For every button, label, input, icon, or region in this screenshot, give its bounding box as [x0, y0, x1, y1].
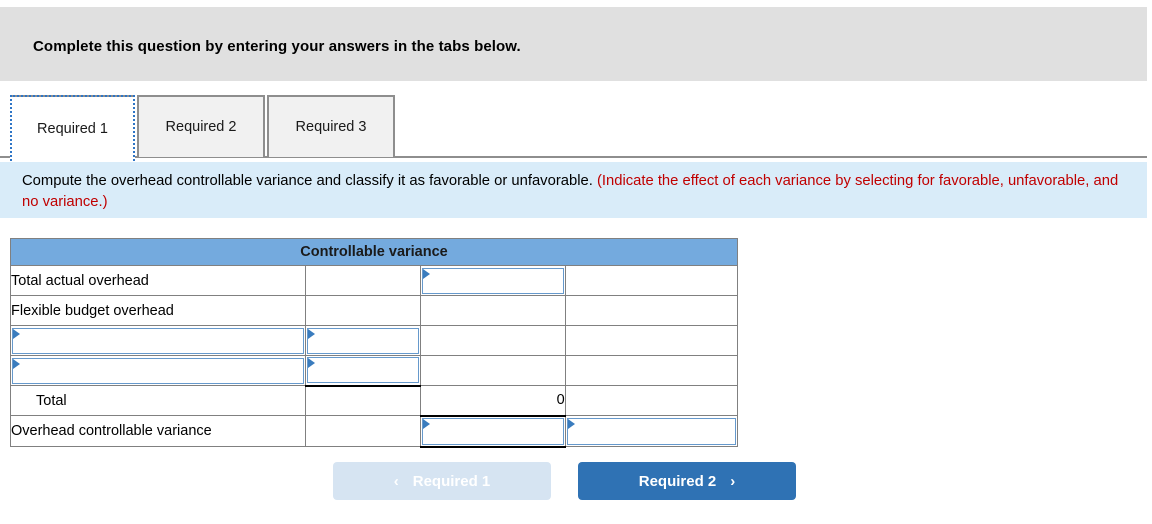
table-row: Overhead controllable variance	[9, 415, 739, 448]
question-banner: Complete this question by entering your …	[0, 7, 1147, 81]
row-label: Flexible budget overhead	[9, 295, 307, 326]
row-mid-cell[interactable]	[305, 355, 421, 387]
chevron-right-icon: ›	[730, 472, 736, 490]
table-row: Total 0	[9, 385, 739, 417]
prev-required-1-button[interactable]: ‹ Required 1	[333, 462, 551, 500]
table-header: Controllable variance	[10, 238, 738, 266]
instruction-text: Compute the overhead controllable varian…	[22, 173, 597, 189]
row-label: Overhead controllable variance	[9, 415, 307, 447]
row-amount-cell	[419, 355, 566, 386]
amount-input[interactable]	[421, 267, 564, 294]
instruction-panel: Compute the overhead controllable varian…	[0, 162, 1147, 218]
mid-input[interactable]	[307, 357, 419, 384]
table-row: Flexible budget overhead	[9, 295, 739, 326]
next-required-2-button[interactable]: Required 2 ›	[578, 462, 796, 500]
row-classify-cell[interactable]	[564, 415, 739, 447]
tab-required-2[interactable]: Required 2	[137, 95, 265, 157]
next-button-label: Required 2	[638, 472, 717, 490]
row-mid-cell	[305, 385, 421, 416]
classification-select[interactable]	[566, 417, 736, 445]
table-row	[9, 355, 739, 387]
row-amount-cell[interactable]	[419, 265, 566, 296]
mid-input[interactable]	[307, 327, 419, 354]
total-value: 0	[419, 385, 566, 417]
amount-input[interactable]	[421, 417, 564, 445]
tab-required-3[interactable]: Required 3	[267, 95, 395, 157]
tab-bar: Required 1 Required 2 Required 3	[0, 92, 1152, 161]
nav-buttons: ‹ Required 1 Required 2 ›	[0, 462, 1152, 506]
row-classify-cell	[564, 355, 739, 386]
row-label-cell[interactable]	[9, 325, 307, 356]
tab-label: Required 2	[165, 119, 237, 135]
row-label-cell[interactable]	[9, 355, 307, 386]
row-amount-cell	[419, 325, 566, 356]
row-classify-cell	[564, 325, 739, 356]
tab-label: Required 1	[37, 121, 108, 137]
row-mid-cell[interactable]	[305, 325, 421, 356]
chevron-left-icon: ‹	[393, 472, 399, 490]
row-mid-cell	[305, 265, 421, 296]
row-label: Total actual overhead	[9, 265, 307, 296]
tab-required-1[interactable]: Required 1	[10, 95, 135, 161]
table-header-row: Controllable variance	[10, 238, 738, 266]
row-classify-cell	[564, 265, 739, 296]
table-row: Total actual overhead	[9, 265, 739, 296]
row-label: Total	[9, 385, 307, 416]
label-select[interactable]	[12, 357, 305, 384]
controllable-variance-table: Controllable variance Total actual overh…	[9, 238, 739, 448]
row-mid-cell	[305, 415, 421, 447]
tab-label: Required 3	[295, 119, 367, 135]
banner-text: Complete this question by entering your …	[33, 38, 521, 55]
row-classify-cell	[564, 295, 739, 326]
row-amount-cell[interactable]	[419, 415, 566, 448]
label-select[interactable]	[12, 327, 305, 354]
table-row	[9, 325, 739, 356]
row-classify-cell	[564, 385, 739, 416]
prev-button-label: Required 1	[412, 472, 491, 490]
row-mid-cell	[305, 295, 421, 326]
row-amount-cell	[419, 295, 566, 326]
